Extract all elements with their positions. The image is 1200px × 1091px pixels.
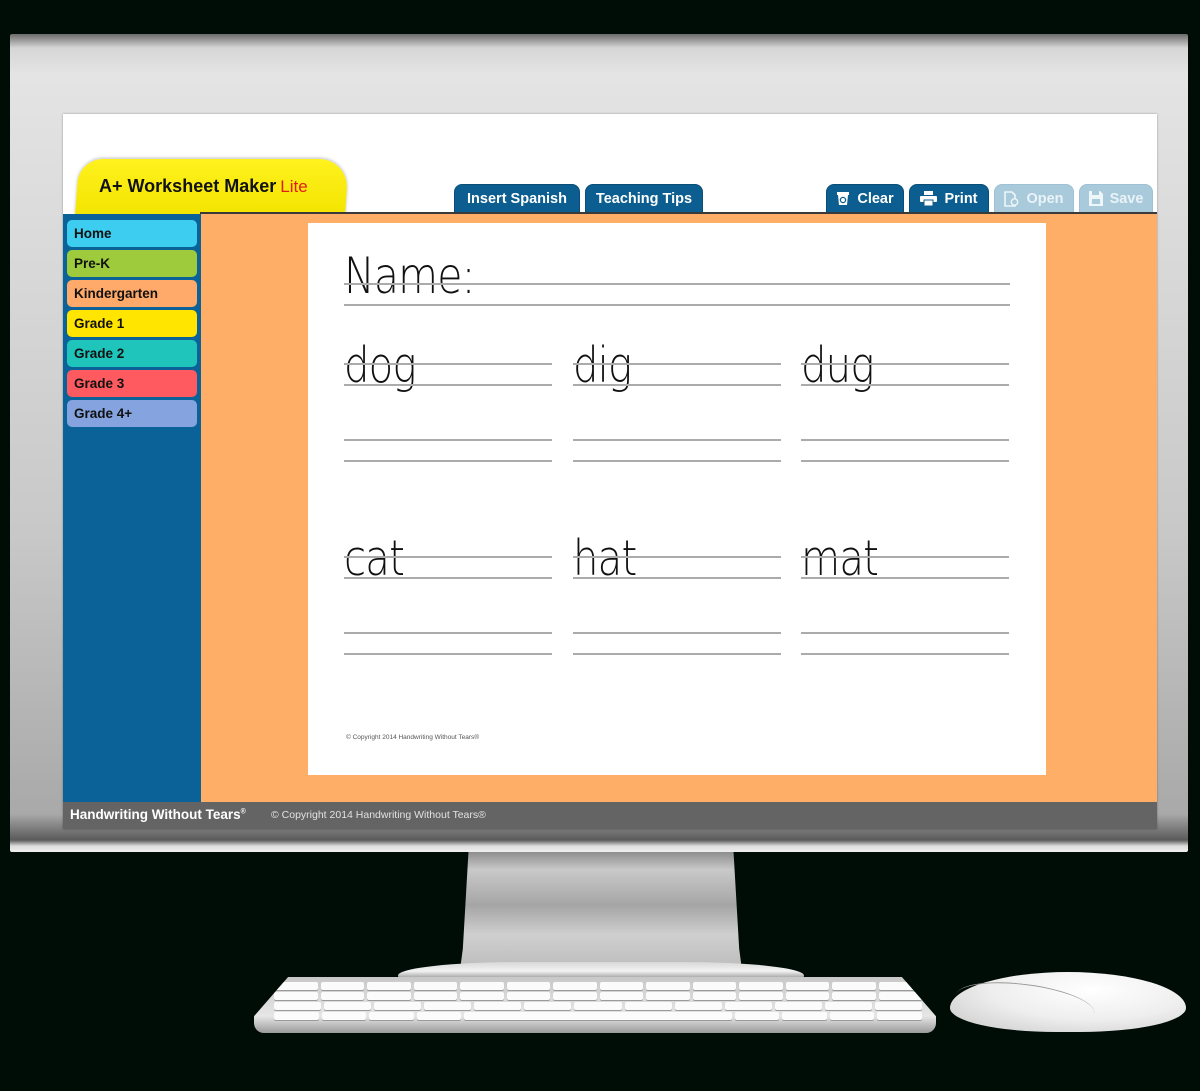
- trace-word: dug: [801, 337, 874, 394]
- app-edition-label: Lite: [280, 177, 308, 196]
- trace-line: [801, 556, 1009, 558]
- sidebar-item-home[interactable]: Home: [67, 220, 197, 247]
- sidebar-item-label: Pre-K: [74, 256, 111, 271]
- sidebar-item-grade-2[interactable]: Grade 2: [67, 340, 197, 367]
- worksheet-copyright: © Copyright 2014 Handwriting Without Tea…: [346, 734, 480, 741]
- practice-line: [573, 632, 781, 634]
- save-button-label: Save: [1109, 190, 1144, 207]
- practice-line: [801, 653, 1009, 655]
- app-window: A+ Worksheet Maker Lite Insert Spanish Te…: [63, 114, 1157, 829]
- grade-sidebar: Home Pre-K Kindergarten Grade 1 Grade 2 …: [63, 214, 201, 802]
- open-button[interactable]: Open: [994, 184, 1074, 212]
- sidebar-item-pre-k[interactable]: Pre-K: [67, 250, 197, 277]
- sidebar-item-label: Kindergarten: [74, 286, 159, 301]
- trace-word: dig: [573, 337, 632, 394]
- sidebar-item-label: Grade 4+: [74, 406, 133, 421]
- practice-line: [573, 653, 781, 655]
- tab-teaching-tips[interactable]: Teaching Tips: [585, 184, 703, 212]
- worksheet-page[interactable]: Name: dog dig dug cat hat mat © Copyright 201…: [308, 223, 1046, 775]
- clear-button-label: Clear: [857, 190, 894, 207]
- trace-word: mat: [801, 530, 879, 587]
- trace-word: dog: [344, 337, 417, 394]
- trace-line: [573, 556, 781, 558]
- practice-line: [344, 653, 552, 655]
- footer-brand-mark: ®: [240, 808, 246, 816]
- trace-line: [344, 384, 552, 386]
- sidebar-item-label: Grade 2: [74, 346, 125, 361]
- tab-teaching-tips-label: Teaching Tips: [595, 190, 693, 207]
- worksheet-workspace: Name: dog dig dug cat hat mat © Copyright 201…: [201, 214, 1157, 802]
- trace-word: cat: [344, 530, 405, 587]
- trace-line: [344, 556, 552, 558]
- open-document-icon: [1004, 190, 1019, 207]
- trace-line: [344, 363, 552, 365]
- footer-brand-text: Handwriting Without Tears: [70, 807, 241, 822]
- practice-line: [801, 439, 1009, 441]
- practice-line: [573, 460, 781, 462]
- sidebar-item-label: Grade 1: [74, 316, 125, 331]
- recycle-bin-icon: [837, 192, 850, 205]
- trace-line: [801, 384, 1009, 386]
- practice-line: [573, 439, 781, 441]
- trace-line: [801, 363, 1009, 365]
- practice-line: [801, 460, 1009, 462]
- open-button-label: Open: [1026, 190, 1064, 207]
- save-button[interactable]: Save: [1079, 184, 1153, 212]
- footer-brand: Handwriting Without Tears®: [70, 807, 246, 822]
- practice-line: [344, 460, 552, 462]
- mouse: [950, 972, 1186, 1032]
- floppy-disk-icon: [1088, 191, 1103, 206]
- tab-insert-spanish-label: Insert Spanish: [467, 190, 567, 207]
- trace-line: [344, 577, 552, 579]
- trace-line: [573, 577, 781, 579]
- sidebar-item-label: Home: [74, 226, 112, 241]
- clear-button[interactable]: Clear: [826, 184, 904, 212]
- app-footer: Handwriting Without Tears® © Copyright 2…: [63, 802, 1157, 829]
- sidebar-item-grade-4-plus[interactable]: Grade 4+: [67, 400, 197, 427]
- keyboard-keys: [274, 982, 923, 1020]
- practice-line: [344, 439, 552, 441]
- sidebar-item-grade-1[interactable]: Grade 1: [67, 310, 197, 337]
- monitor-stand: [460, 852, 742, 970]
- printer-icon: [920, 191, 938, 206]
- print-button[interactable]: Print: [909, 184, 989, 212]
- trace-word: hat: [573, 530, 637, 587]
- tab-insert-spanish[interactable]: Insert Spanish: [454, 184, 580, 212]
- name-midline: [344, 283, 1010, 285]
- trace-line: [573, 384, 781, 386]
- sidebar-item-kindergarten[interactable]: Kindergarten: [67, 280, 197, 307]
- practice-line: [344, 632, 552, 634]
- monitor-bezel: A+ Worksheet Maker Lite Insert Spanish Te…: [10, 34, 1188, 852]
- app-title: A+ Worksheet Maker Lite: [99, 176, 308, 197]
- footer-copyright: © Copyright 2014 Handwriting Without Tea…: [271, 809, 486, 821]
- app-title-text: A+ Worksheet Maker: [99, 176, 277, 196]
- trace-line: [573, 363, 781, 365]
- sidebar-item-grade-3[interactable]: Grade 3: [67, 370, 197, 397]
- keyboard: [254, 977, 936, 1033]
- trace-line: [801, 577, 1009, 579]
- name-label: Name:: [344, 247, 475, 305]
- print-button-label: Print: [944, 190, 978, 207]
- sidebar-item-label: Grade 3: [74, 376, 125, 391]
- name-baseline: [344, 304, 1010, 306]
- practice-line: [801, 632, 1009, 634]
